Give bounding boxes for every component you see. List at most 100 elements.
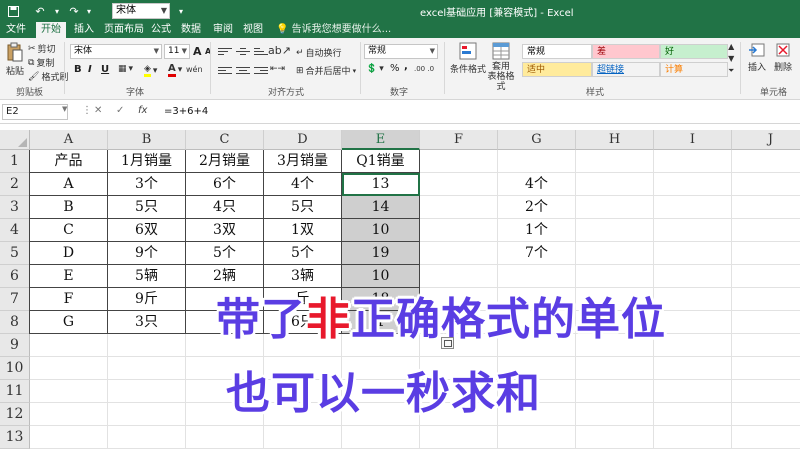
cell-style-5[interactable]: 计算: [660, 62, 728, 77]
left-align-icon[interactable]: [218, 65, 232, 77]
row-header-1[interactable]: 1: [0, 150, 30, 173]
underline-button[interactable]: U: [101, 64, 109, 75]
fill-color-button[interactable]: ◈ ▾: [144, 64, 157, 77]
cell-b8[interactable]: 3只: [108, 311, 186, 334]
column-header-c[interactable]: C: [186, 130, 264, 150]
cell-i5[interactable]: [654, 242, 732, 265]
cell-i10[interactable]: [654, 357, 732, 380]
tab-page-layout[interactable]: 页面布局: [102, 22, 146, 38]
quick-analysis-icon[interactable]: [441, 337, 454, 349]
cell-b10[interactable]: [108, 357, 186, 380]
grow-font-button[interactable]: A: [193, 45, 202, 58]
column-header-a[interactable]: A: [30, 130, 108, 150]
cell-f13[interactable]: [420, 426, 498, 449]
tab-home[interactable]: 开始: [36, 22, 66, 38]
cell-f1[interactable]: [420, 150, 498, 173]
column-header-g[interactable]: G: [498, 130, 576, 150]
cell-c4[interactable]: 3双: [186, 219, 264, 242]
cell-a7[interactable]: F: [30, 288, 108, 311]
cancel-formula-button[interactable]: ✕: [94, 105, 102, 116]
cell-a9[interactable]: [30, 334, 108, 357]
row-header-8[interactable]: 8: [0, 311, 30, 334]
cell-h3[interactable]: [576, 196, 654, 219]
row-header-4[interactable]: 4: [0, 219, 30, 242]
cell-f2[interactable]: [420, 173, 498, 196]
row-header-5[interactable]: 5: [0, 242, 30, 265]
cell-i2[interactable]: [654, 173, 732, 196]
name-box[interactable]: E2: [2, 104, 68, 120]
cell-g1[interactable]: [498, 150, 576, 173]
cell-j6[interactable]: [732, 265, 800, 288]
cell-a10[interactable]: [30, 357, 108, 380]
cell-e3[interactable]: 14: [342, 196, 420, 219]
column-header-e[interactable]: E: [342, 130, 420, 150]
cell-j10[interactable]: [732, 357, 800, 380]
cell-a13[interactable]: [30, 426, 108, 449]
cell-b5[interactable]: 9个: [108, 242, 186, 265]
cell-a8[interactable]: G: [30, 311, 108, 334]
cell-f5[interactable]: [420, 242, 498, 265]
cell-style-3[interactable]: 适中: [522, 62, 592, 77]
column-header-i[interactable]: I: [654, 130, 732, 150]
conditional-format-button[interactable]: 条件格式: [450, 42, 486, 75]
tell-me-search[interactable]: 💡 告诉我您想要做什么...: [276, 22, 391, 38]
row-header-2[interactable]: 2: [0, 173, 30, 196]
cell-i1[interactable]: [654, 150, 732, 173]
tab-review[interactable]: 审阅: [210, 22, 236, 38]
cell-e4[interactable]: 10: [342, 219, 420, 242]
row-header-11[interactable]: 11: [0, 380, 30, 403]
cell-j11[interactable]: [732, 380, 800, 403]
right-align-icon[interactable]: [254, 65, 268, 77]
cell-h13[interactable]: [576, 426, 654, 449]
cell-h1[interactable]: [576, 150, 654, 173]
cell-d3[interactable]: 5只: [264, 196, 342, 219]
font-size-select[interactable]: 11 ▼: [164, 44, 190, 59]
cell-style-0[interactable]: 常规: [522, 44, 592, 59]
cell-e5[interactable]: 19: [342, 242, 420, 265]
cell-i13[interactable]: [654, 426, 732, 449]
insert-function-button[interactable]: fx: [138, 105, 147, 116]
merge-center-button[interactable]: ⊞ 合并后居中 ▾: [296, 64, 356, 78]
undo-icon[interactable]: ↶: [32, 3, 48, 19]
cell-i4[interactable]: [654, 219, 732, 242]
row-header-12[interactable]: 12: [0, 403, 30, 426]
cell-j5[interactable]: [732, 242, 800, 265]
cell-i11[interactable]: [654, 380, 732, 403]
font-name-select[interactable]: 宋体 ▼: [70, 44, 162, 59]
cell-b7[interactable]: 9斤: [108, 288, 186, 311]
top-align-icon[interactable]: [218, 46, 232, 58]
row-header-13[interactable]: 13: [0, 426, 30, 449]
italic-button[interactable]: I: [88, 64, 92, 75]
cell-b11[interactable]: [108, 380, 186, 403]
copy-button[interactable]: ⧉ 复制: [28, 56, 54, 70]
cell-j4[interactable]: [732, 219, 800, 242]
tab-file[interactable]: 文件: [2, 22, 30, 38]
cell-b1[interactable]: 1月销量: [108, 150, 186, 173]
cell-j7[interactable]: [732, 288, 800, 311]
percent-button[interactable]: %: [390, 63, 400, 74]
cell-j1[interactable]: [732, 150, 800, 173]
decimal-buttons[interactable]: .00 .0: [414, 65, 434, 73]
cell-c5[interactable]: 5个: [186, 242, 264, 265]
cell-h11[interactable]: [576, 380, 654, 403]
cell-c3[interactable]: 4只: [186, 196, 264, 219]
row-header-9[interactable]: 9: [0, 334, 30, 357]
cut-button[interactable]: ✂ 剪切: [28, 42, 56, 56]
cell-a5[interactable]: D: [30, 242, 108, 265]
cell-d2[interactable]: 4个: [264, 173, 342, 196]
phonetic-button[interactable]: wén: [186, 65, 203, 74]
insert-cells-button[interactable]: 插入: [746, 42, 768, 73]
customize-qa-icon[interactable]: ▾: [176, 3, 186, 19]
currency-button[interactable]: 💲 ▾: [366, 64, 384, 74]
cell-a2[interactable]: A: [30, 173, 108, 196]
cell-i3[interactable]: [654, 196, 732, 219]
cell-a12[interactable]: [30, 403, 108, 426]
cell-f4[interactable]: [420, 219, 498, 242]
cell-h2[interactable]: [576, 173, 654, 196]
cell-h5[interactable]: [576, 242, 654, 265]
cell-a11[interactable]: [30, 380, 108, 403]
enter-formula-button[interactable]: ✓: [116, 105, 124, 116]
cell-b2[interactable]: 3个: [108, 173, 186, 196]
tab-insert[interactable]: 插入: [70, 22, 98, 38]
cell-g2[interactable]: 4个: [498, 173, 576, 196]
